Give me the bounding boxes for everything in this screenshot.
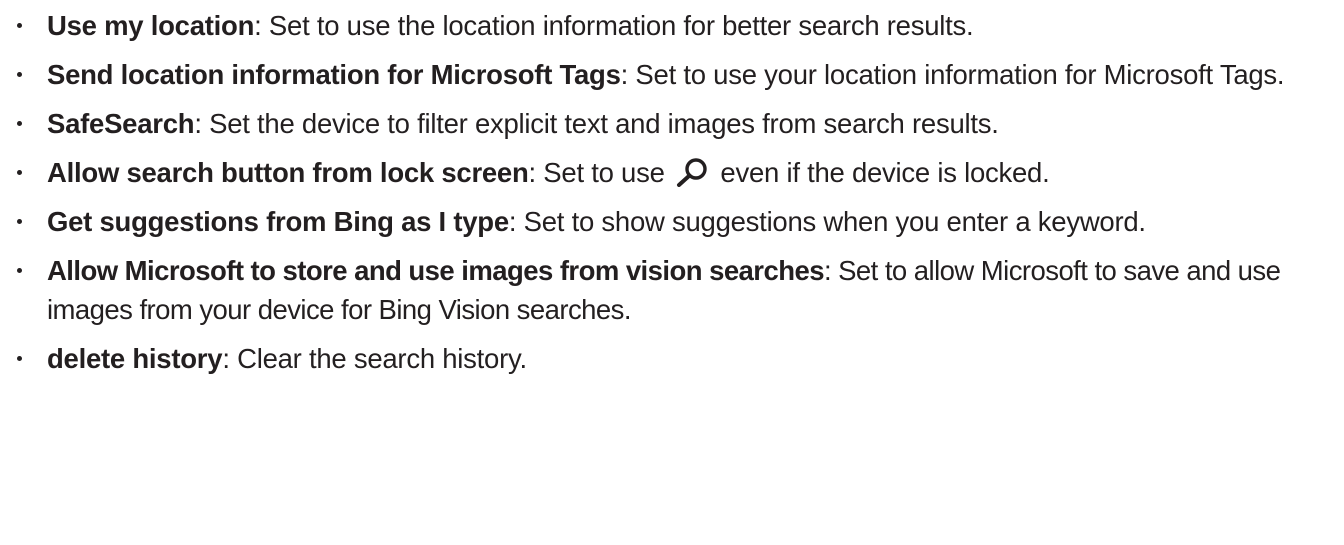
item-term: SafeSearch xyxy=(47,108,195,139)
bullet-dot xyxy=(17,23,22,28)
bullet-dot xyxy=(17,219,22,224)
item-description-before-icon: Set to use xyxy=(535,157,673,188)
item-term: Use my location xyxy=(47,10,255,41)
item-term: Send location information for Microsoft … xyxy=(47,59,621,90)
item-description: Set the device to filter explicit text a… xyxy=(201,108,999,139)
bullet-dot xyxy=(17,72,22,77)
item-description: Set to use your location information for… xyxy=(628,59,1285,90)
item-term: delete history xyxy=(47,343,223,374)
item-separator: : xyxy=(528,157,537,188)
list-item-delete-history: delete history: Clear the search history… xyxy=(10,339,1335,378)
item-description-after-icon: even if the device is locked. xyxy=(713,157,1050,188)
bullet-dot xyxy=(17,268,22,273)
item-description: Set to use the location information for … xyxy=(261,10,974,41)
item-separator: : xyxy=(823,255,832,286)
settings-bullet-list: Use my location: Set to use the location… xyxy=(10,6,1335,388)
item-separator: : xyxy=(620,59,629,90)
list-item-bing-suggestions: Get suggestions from Bing as I type: Set… xyxy=(10,202,1335,241)
item-term: Allow Microsoft to store and use images … xyxy=(47,255,824,286)
list-item-send-location-info: Send location information for Microsoft … xyxy=(10,55,1335,94)
bullet-dot xyxy=(17,121,22,126)
item-description: Clear the search history. xyxy=(229,343,527,374)
item-separator: : xyxy=(254,10,262,41)
item-separator: : xyxy=(222,343,230,374)
list-item-safesearch: SafeSearch: Set the device to filter exp… xyxy=(10,104,1335,143)
list-item-allow-search-button-lock-screen: Allow search button from lock screen: Se… xyxy=(10,153,1335,192)
item-description: Set to show suggestions when you enter a… xyxy=(516,206,1146,237)
list-item-vision-search-images: Allow Microsoft to store and use images … xyxy=(10,251,1335,329)
search-icon xyxy=(677,158,707,187)
item-separator: : xyxy=(194,108,202,139)
item-term: Get suggestions from Bing as I type xyxy=(47,206,509,237)
bullet-dot xyxy=(17,170,22,175)
item-term: Allow search button from lock screen xyxy=(47,157,529,188)
document-page: Use my location: Set to use the location… xyxy=(0,0,1344,545)
list-item-use-my-location: Use my location: Set to use the location… xyxy=(10,6,1335,45)
bullet-dot xyxy=(17,356,22,361)
